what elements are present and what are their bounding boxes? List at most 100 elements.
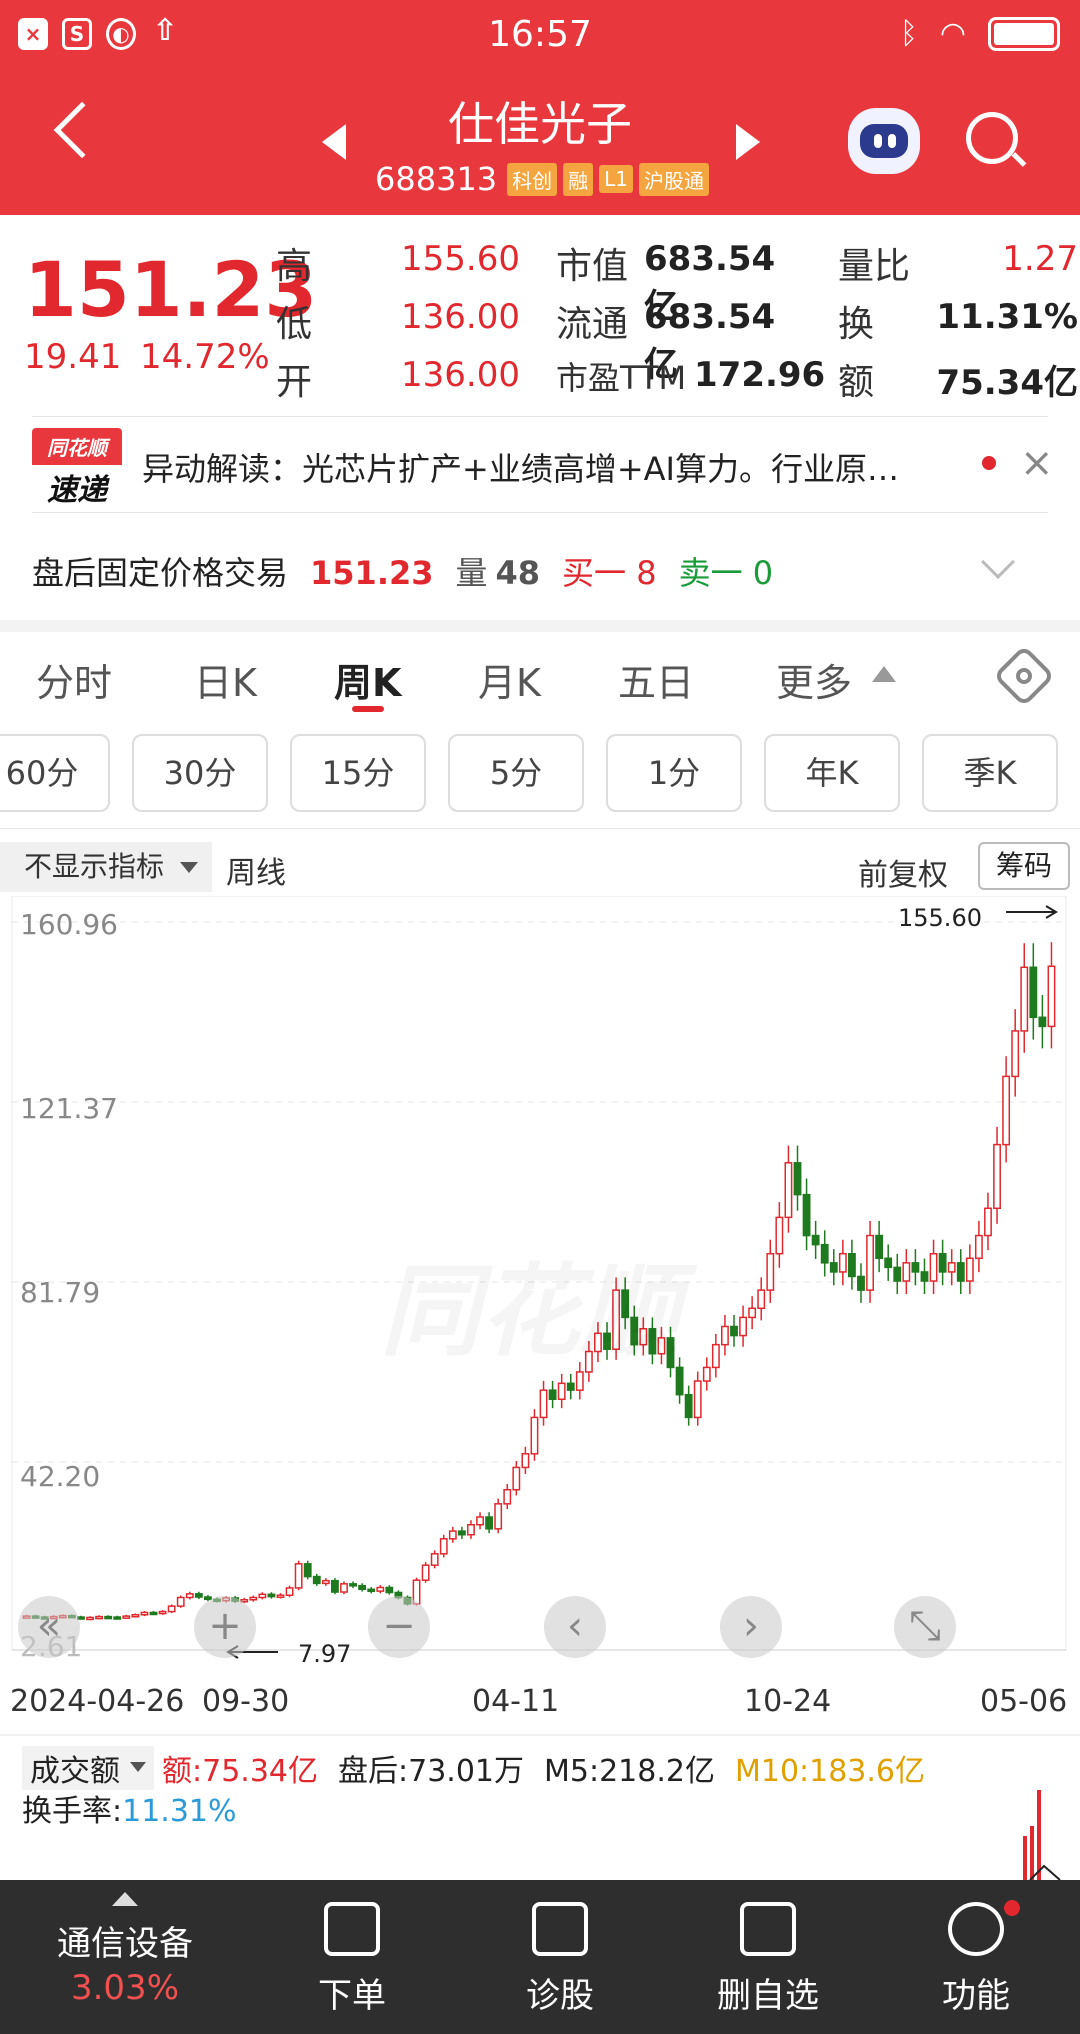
candle xyxy=(503,1488,512,1505)
y-tick-label: 81.79 xyxy=(20,1276,101,1309)
candle xyxy=(176,1596,185,1607)
tab-more[interactable]: 更多 xyxy=(776,652,852,707)
price-change: 19.41 xyxy=(24,337,122,377)
chart-tabs: 分时 日K 周K 月K 五日 更多 xyxy=(0,640,1080,720)
x-tick-label: 09-30 xyxy=(202,1684,290,1719)
divider xyxy=(0,1734,1080,1736)
candle xyxy=(965,1257,974,1282)
next-stock-icon[interactable] xyxy=(736,124,760,160)
tab-five-day[interactable]: 五日 xyxy=(618,652,694,707)
divider xyxy=(32,512,1048,513)
section-gap xyxy=(0,620,1080,632)
period-5min[interactable]: 5分 xyxy=(448,734,584,812)
tab-daily-k[interactable]: 日K xyxy=(194,652,257,707)
volratio-value: 1.27 xyxy=(1002,239,1078,279)
period-quarterly-k[interactable]: 季K xyxy=(922,734,1058,812)
candle xyxy=(131,1614,140,1618)
chips-button[interactable]: 筹码 xyxy=(978,842,1070,890)
tab-monthly-k[interactable]: 月K xyxy=(478,652,541,707)
chevron-left-icon[interactable]: ‹ xyxy=(544,1596,606,1658)
candle xyxy=(330,1579,339,1593)
period-name: 周线 xyxy=(226,856,286,891)
candle xyxy=(548,1389,557,1400)
chevron-right-icon[interactable]: › xyxy=(720,1596,782,1658)
candle xyxy=(303,1563,312,1578)
price-change-pct: 14.72% xyxy=(140,337,270,377)
volume-bars xyxy=(1023,1790,1061,1880)
diagnose-button[interactable]: 诊股 xyxy=(470,1880,650,2034)
menu-icon xyxy=(948,1902,1004,1956)
period-60min[interactable]: 60分 xyxy=(0,734,110,812)
candle xyxy=(974,1234,983,1260)
volume-indicator-select[interactable]: 成交额 xyxy=(22,1746,154,1790)
candle xyxy=(857,1275,865,1291)
candle xyxy=(476,1516,484,1526)
sector-name[interactable]: 通信设备 xyxy=(0,1916,250,1965)
candle xyxy=(457,1530,466,1536)
candle xyxy=(539,1389,548,1419)
zoom-out-icon[interactable]: − xyxy=(368,1596,430,1658)
tab-weekly-k[interactable]: 周K xyxy=(334,652,401,707)
bottom-nav: 通信设备 3.03% 下单 诊股 删自选 功能 xyxy=(0,1880,1080,2034)
candle xyxy=(893,1266,902,1282)
candle xyxy=(448,1530,457,1540)
fullscreen-icon[interactable]: ⤡ xyxy=(894,1596,956,1658)
candle xyxy=(349,1583,357,1587)
after-hours-trading: 盘后固定价格交易 151.23 量 48 买一 8 卖一 0 xyxy=(32,548,795,594)
status-bar: × S ◐ ⇧ 16:57 ᛒ ◠ xyxy=(0,0,1080,70)
news-banner[interactable]: 同花顺 速递 异动解读：光芯片扩产+业绩高增+AI算力。行业原… xyxy=(0,418,1080,510)
search-icon[interactable] xyxy=(966,112,1018,164)
x-tick-label: 10-24 xyxy=(744,1684,832,1719)
tag-level: L1 xyxy=(599,165,634,193)
candle xyxy=(739,1316,748,1337)
candle xyxy=(711,1343,720,1369)
close-icon[interactable]: × xyxy=(1020,440,1054,486)
candle xyxy=(811,1234,820,1246)
unread-dot-icon xyxy=(982,456,996,470)
volume-m10: M10:183.6亿 xyxy=(734,1754,926,1789)
candle xyxy=(875,1234,884,1260)
candle xyxy=(494,1503,503,1530)
zoom-in-icon[interactable]: + xyxy=(194,1596,256,1658)
quote-panel: 151.23 19.41 14.72% 高 155.60 市值 683.54亿 … xyxy=(0,215,1080,410)
remove-watchlist-button[interactable]: 删自选 xyxy=(678,1880,858,2034)
candle xyxy=(902,1262,911,1282)
candle xyxy=(439,1538,448,1555)
notification-dot-icon xyxy=(1004,1900,1020,1916)
candle xyxy=(730,1325,738,1337)
amount-label: 额 xyxy=(838,362,875,403)
battery-icon xyxy=(988,16,1060,51)
candle xyxy=(1002,1075,1011,1146)
high-value: 155.60 xyxy=(401,239,520,279)
stock-code: 688313 xyxy=(375,160,498,198)
news-headline[interactable]: 异动解读：光芯片扩产+业绩高增+AI算力。行业原… xyxy=(142,444,972,490)
active-tab-indicator xyxy=(352,706,384,712)
period-yearly-k[interactable]: 年K xyxy=(764,734,900,812)
period-15min[interactable]: 15分 xyxy=(290,734,426,812)
candle xyxy=(167,1605,176,1613)
adjust-mode[interactable]: 前复权 xyxy=(858,850,948,894)
candle xyxy=(258,1593,267,1599)
volume-after-hours: 盘后:73.01万 xyxy=(338,1754,524,1789)
stock-code-row: 688313 科创 融 L1 沪股通 xyxy=(375,160,710,198)
ai-assistant-icon[interactable] xyxy=(848,108,920,174)
bid-one: 买一 8 xyxy=(562,554,657,592)
candle xyxy=(95,1615,104,1620)
chevron-down-icon[interactable] xyxy=(981,545,1015,579)
candle xyxy=(1047,965,1056,1028)
period-1min[interactable]: 1分 xyxy=(606,734,742,812)
order-button[interactable]: 下单 xyxy=(262,1880,442,2034)
tag-connect: 沪股通 xyxy=(639,162,710,196)
volume-amount: 额:75.34亿 xyxy=(162,1754,318,1789)
low-price-marker: 7.97 xyxy=(298,1640,352,1668)
candle xyxy=(321,1579,330,1585)
after-hours-label: 盘后固定价格交易 xyxy=(32,554,289,592)
after-hours-vol-label: 量 xyxy=(455,554,488,592)
candle xyxy=(367,1588,376,1593)
news-logo: 同花顺 速递 xyxy=(32,428,122,508)
period-30min[interactable]: 30分 xyxy=(132,734,268,812)
indicator-select[interactable]: 不显示指标 xyxy=(0,842,212,892)
tab-intraday[interactable]: 分时 xyxy=(36,652,112,707)
functions-button[interactable]: 功能 xyxy=(886,1880,1066,2034)
scroll-start-icon[interactable]: « xyxy=(18,1596,80,1658)
